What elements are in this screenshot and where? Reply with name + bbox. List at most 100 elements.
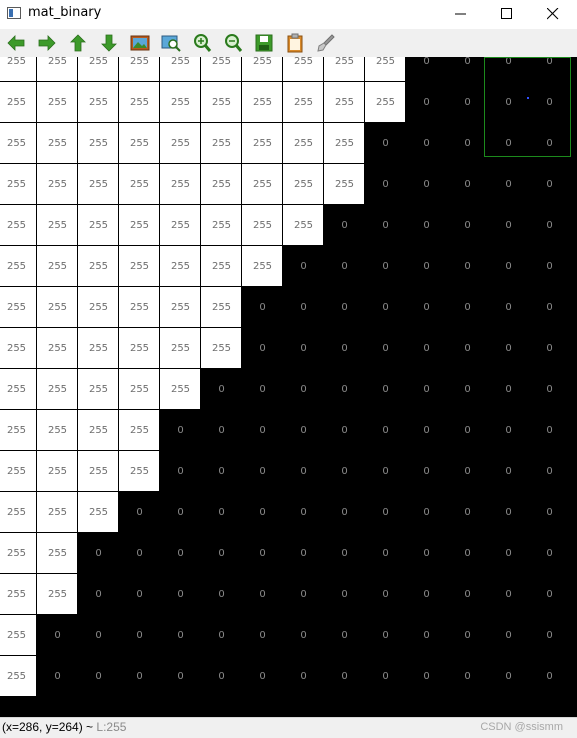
pixel-cell-white: 255 [0,287,37,328]
minimize-button[interactable] [438,0,484,29]
pixel-cell-black: 0 [37,615,78,656]
pixel-cell-white: 255 [160,123,201,164]
pixel-cell-white: 255 [37,328,78,369]
pixel-cell-white: 255 [242,164,283,205]
pixel-cell-black: 0 [447,656,488,697]
title-bar: mat_binary [0,0,577,29]
pixel-cell-white: 255 [78,328,119,369]
pixel-cell-white: 255 [160,82,201,123]
pixel-cell-white: 255 [0,369,37,410]
pixel-cell-white: 255 [78,451,119,492]
pixel-cell-black: 0 [488,205,529,246]
pixel-cell-white: 255 [78,123,119,164]
pixel-cell-white: 255 [119,82,160,123]
pixel-cell-white: 255 [37,57,78,82]
pixel-cell-black: 0 [160,615,201,656]
pixel-cell-white: 255 [324,164,365,205]
pixel-cell-black: 0 [201,410,242,451]
close-button[interactable] [530,0,576,29]
pixel-cell-white: 255 [0,328,37,369]
zoom-fit-icon [161,35,181,52]
pixel-cell-black: 0 [160,533,201,574]
pixel-cell-black: 0 [406,246,447,287]
pixel-cell-white: 255 [119,123,160,164]
pixel-cell-white: 255 [37,369,78,410]
pixel-cell-white: 255 [160,205,201,246]
pixel-cell-black: 0 [488,656,529,697]
pixel-cell-white: 255 [119,246,160,287]
status-separator: ~ [82,720,97,734]
pixel-cell-white: 255 [0,492,37,533]
pixel-cell-black: 0 [447,246,488,287]
pixel-cell-black: 0 [529,328,570,369]
pixel-cell-black: 0 [242,574,283,615]
pixel-cell-white: 255 [78,82,119,123]
save-button[interactable] [252,31,276,55]
pixel-cell-black: 0 [406,57,447,82]
maximize-icon [501,8,512,19]
pixel-cell-white: 255 [365,82,406,123]
clipboard-icon [287,33,303,53]
pan-left-button[interactable] [4,31,28,55]
image-canvas[interactable]: 255 255 255 255 255 255 255 255 255 255 0 0 0 0 255 255… [0,57,577,717]
pixel-cell-black: 0 [406,656,447,697]
pixel-cell-black: 0 [365,533,406,574]
pixel-cell-black: 0 [529,369,570,410]
pixel-cell-white: 255 [0,205,37,246]
pixel-cell-white: 255 [0,164,37,205]
pixel-cell-black: 0 [488,451,529,492]
pixel-cell-black: 0 [529,574,570,615]
pixel-cell-black: 0 [365,246,406,287]
maximize-button[interactable] [484,0,530,29]
pixel-cell-white: 255 [160,287,201,328]
pixel-cell-white: 255 [37,82,78,123]
pixel-cell-black: 0 [365,615,406,656]
copy-button[interactable] [283,31,307,55]
pixel-cell-black: 0 [201,492,242,533]
pixel-cell-black: 0 [488,164,529,205]
pixel-cell-black: 0 [242,533,283,574]
arrow-left-icon [7,35,25,51]
pixel-cell-black: 0 [406,205,447,246]
pixel-cell-black: 0 [406,574,447,615]
properties-button[interactable] [314,31,338,55]
pixel-cell-black: 0 [365,328,406,369]
pixel-cell-black: 0 [406,123,447,164]
pixel-cell-white: 255 [37,287,78,328]
pixel-cell-black: 0 [488,287,529,328]
pixel-cell-black: 0 [365,574,406,615]
pixel-cell-black: 0 [365,123,406,164]
pan-up-button[interactable] [66,31,90,55]
cursor-marker [527,97,529,99]
pixel-cell-black: 0 [324,451,365,492]
pixel-cell-black: 0 [529,656,570,697]
pixel-cell-white: 255 [242,246,283,287]
pixel-cell-black: 0 [406,615,447,656]
pixel-cell-black: 0 [365,205,406,246]
pixel-cell-black: 0 [119,533,160,574]
pixel-cell-black: 0 [529,410,570,451]
zoom-image-button[interactable] [128,31,152,55]
pixel-cell-black: 0 [529,287,570,328]
pixel-cell-black: 0 [201,533,242,574]
arrow-down-icon [101,34,117,52]
pixel-cell-black: 0 [406,369,447,410]
pixel-cell-black: 0 [406,328,447,369]
pixel-cell-black: 0 [119,656,160,697]
pixel-cell-black: 0 [365,410,406,451]
pixel-cell-white: 255 [78,492,119,533]
zoom-original-button[interactable] [159,31,183,55]
pan-down-button[interactable] [97,31,121,55]
pixel-cell-white: 255 [37,246,78,287]
pixel-cell-white: 255 [78,369,119,410]
pixel-cell-black: 0 [365,164,406,205]
zoom-out-button[interactable] [221,31,245,55]
pixel-cell-black: 0 [488,574,529,615]
pixel-cell-black: 0 [160,656,201,697]
brush-icon [317,34,335,52]
pixel-cell-black: 0 [488,615,529,656]
pixel-cell-black: 0 [283,246,324,287]
zoom-in-button[interactable] [190,31,214,55]
pan-right-button[interactable] [35,31,59,55]
status-value: L:255 [96,720,127,734]
